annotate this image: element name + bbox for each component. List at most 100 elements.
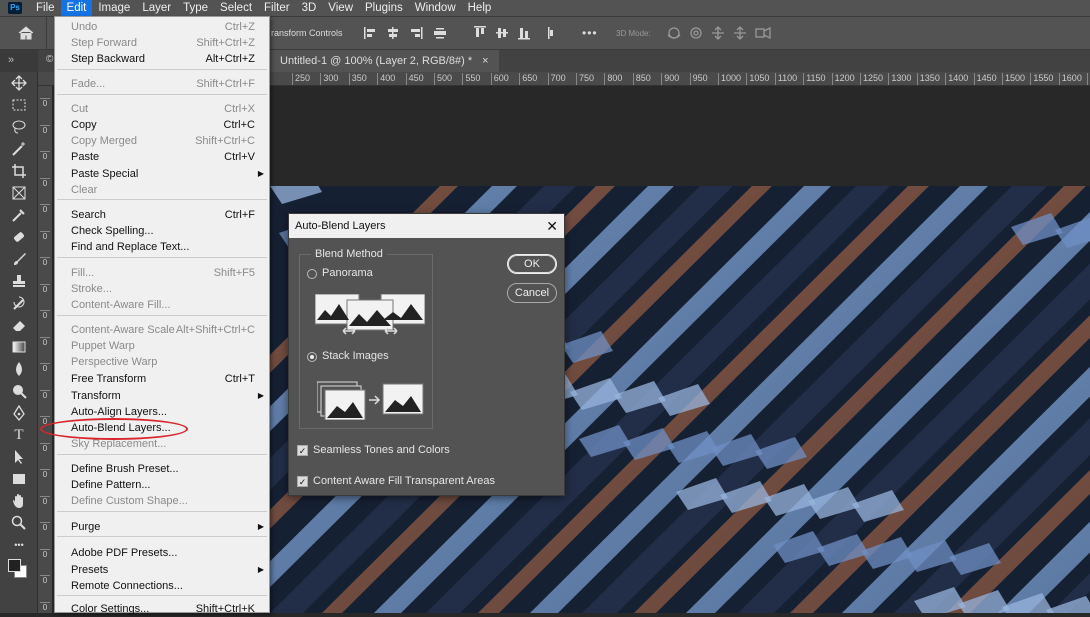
edit-menu-item[interactable]: Remote Connections... [55,578,269,594]
more-tools-icon[interactable]: ••• [0,534,38,556]
edit-menu-item[interactable]: Step Backward Alt+Ctrl+Z [55,51,269,67]
ruler-tick-label: 550 [462,73,480,85]
document-tab[interactable]: Untitled-1 @ 100% (Layer 2, RGB/8#) * × [270,50,499,72]
frame-tool-icon[interactable] [0,182,38,204]
crop-tool-icon[interactable] [0,160,38,182]
ruler-tick-label: 1100 [774,73,797,85]
ruler-tick-label: 850 [632,73,651,85]
edit-menu-item[interactable]: Purge ▶ [55,519,269,535]
ruler-tick-label: 400 [377,73,395,85]
menu-select[interactable]: Select [214,0,258,16]
hand-tool-icon[interactable] [0,490,38,512]
blur-tool-icon[interactable] [0,358,38,380]
menu-view[interactable]: View [322,0,359,16]
ruler-tick-label: 1550 [1030,73,1053,85]
edit-menu-item[interactable]: Auto-Align Layers... [55,404,269,420]
content-aware-fill-checkbox[interactable]: ✓ [297,476,308,487]
menu-3d[interactable]: 3D [296,0,323,16]
close-icon[interactable]: ✕ [546,214,558,238]
edit-menu-item[interactable]: Find and Replace Text... [55,239,269,255]
home-icon[interactable] [18,26,34,40]
menu-item-label: Check Spelling... [71,225,154,237]
menu-image[interactable]: Image [92,0,136,16]
panorama-radio[interactable] [307,269,317,279]
menu-separator [57,199,267,200]
menu-item-label: Find and Replace Text... [71,241,190,253]
move-tool-icon[interactable] [0,72,38,94]
ok-button[interactable]: OK [507,254,557,274]
menu-plugins[interactable]: Plugins [359,0,409,16]
toolbar-collapse[interactable]: » [0,50,38,72]
3d-mode-icons[interactable] [666,25,776,41]
cancel-button[interactable]: Cancel [507,283,557,303]
edit-menu-item[interactable]: Transform ▶ [55,388,269,404]
3d-mode-label: 3D Mode: [616,29,651,38]
menu-item-label: Free Transform [71,373,147,385]
menu-filter[interactable]: Filter [258,0,296,16]
ruler-tick-label: 1250 [860,73,883,85]
edit-menu-item: Step Forward Shift+Ctrl+Z [55,35,269,51]
pen-tool-icon[interactable] [0,402,38,424]
close-icon[interactable]: × [482,50,488,72]
transform-controls-label[interactable]: ransform Controls [271,28,343,38]
edit-menu-item[interactable]: Color Settings... Shift+Ctrl+K [55,601,269,617]
color-swatches-icon[interactable] [0,556,38,586]
tools-panel: T ••• [0,72,38,613]
type-tool-icon[interactable]: T [0,424,38,446]
magic-wand-tool-icon[interactable] [0,138,38,160]
edit-menu-item[interactable]: Adobe PDF Presets... [55,545,269,561]
edit-menu-item[interactable]: Check Spelling... [55,223,269,239]
seamless-tones-checkbox[interactable]: ✓ [297,445,308,456]
edit-menu-item[interactable]: Paste Special ▶ [55,166,269,182]
eyedropper-tool-icon[interactable] [0,204,38,226]
edit-menu-item[interactable]: Define Brush Preset... [55,461,269,477]
edit-menu: Undo Ctrl+Z Step Forward Shift+Ctrl+Z Step B… [54,16,270,615]
panorama-label[interactable]: Panorama [322,267,373,279]
dodge-tool-icon[interactable] [0,380,38,402]
menu-item-label: Content-Aware Scale [71,324,175,336]
ruler-left[interactable]: 00000000000000000000 [38,86,52,613]
gradient-tool-icon[interactable] [0,336,38,358]
menu-layer[interactable]: Layer [136,0,177,16]
ruler-tick-label: 1400 [945,73,968,85]
seamless-tones-label[interactable]: Seamless Tones and Colors [313,444,450,456]
rectangle-tool-icon[interactable] [0,468,38,490]
menu-item-label: Search [71,209,106,221]
edit-menu-item[interactable]: Presets ▶ [55,562,269,578]
menu-edit[interactable]: Edit [60,0,93,16]
ruler-tick-label: 0 [40,283,50,294]
stack-images-radio[interactable] [307,352,317,362]
dialog-title: Auto-Blend Layers [289,214,564,238]
ruler-tick-label: 0 [40,336,50,347]
healing-brush-tool-icon[interactable] [0,226,38,248]
edit-menu-item[interactable]: Free Transform Ctrl+T [55,371,269,387]
menu-type[interactable]: Type [177,0,214,16]
tab-left-partial[interactable]: © [46,54,53,65]
stack-images-label[interactable]: Stack Images [322,350,389,362]
content-aware-fill-label[interactable]: Content Aware Fill Transparent Areas [313,475,495,487]
menu-help[interactable]: Help [462,0,498,16]
history-brush-tool-icon[interactable] [0,292,38,314]
zoom-tool-icon[interactable] [0,512,38,534]
edit-menu-item[interactable]: Search Ctrl+F [55,207,269,223]
menu-separator [57,94,267,95]
more-options-icon[interactable]: ••• [582,26,598,40]
edit-menu-item[interactable]: Copy Ctrl+C [55,117,269,133]
menu-item-label: Remote Connections... [71,580,183,592]
ruler-tick-label: 1200 [831,73,855,85]
path-selection-tool-icon[interactable] [0,446,38,468]
menu-item-label: Copy [71,119,97,131]
document-tab-title[interactable]: Untitled-1 @ 100% (Layer 2, RGB/8#) * [280,50,472,72]
menu-item-label: Step Backward [71,53,145,65]
menu-window[interactable]: Window [409,0,462,16]
edit-menu-item[interactable]: Paste Ctrl+V [55,149,269,165]
menu-file[interactable]: File [30,0,61,16]
eraser-tool-icon[interactable] [0,314,38,336]
clone-stamp-tool-icon[interactable] [0,270,38,292]
lasso-tool-icon[interactable] [0,116,38,138]
brush-tool-icon[interactable] [0,248,38,270]
align-icons[interactable] [364,26,564,40]
marquee-tool-icon[interactable] [0,94,38,116]
ruler-tick-label: 1150 [803,73,826,85]
edit-menu-item[interactable]: Define Pattern... [55,477,269,493]
